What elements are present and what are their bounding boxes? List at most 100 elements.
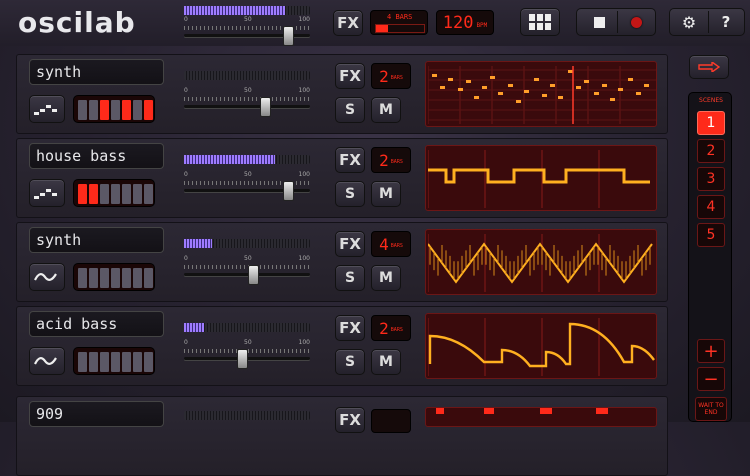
scene-button-5[interactable]: 5 [697, 223, 725, 247]
note [550, 84, 555, 87]
solo-button[interactable]: S [335, 181, 365, 207]
key [144, 100, 153, 120]
mute-button[interactable]: M [371, 97, 401, 123]
master-fx-button[interactable]: FX [333, 10, 363, 36]
solo-button[interactable]: S [335, 97, 365, 123]
key [89, 100, 98, 120]
key [100, 352, 109, 372]
pattern-view[interactable] [425, 61, 657, 127]
waveform-button[interactable] [29, 263, 65, 291]
slider-knob[interactable] [283, 26, 294, 46]
track-name-field[interactable]: synth [29, 59, 164, 85]
track-bars-display[interactable]: 2 BARS [371, 63, 411, 89]
master-volume-slider[interactable]: 0 50 100 [184, 16, 310, 46]
note [498, 92, 503, 95]
sine-icon [34, 357, 57, 365]
key [78, 100, 87, 120]
slider-knob[interactable] [283, 181, 294, 201]
mute-button[interactable]: M [371, 349, 401, 375]
keyboard-button[interactable] [73, 263, 155, 291]
note [576, 86, 581, 89]
add-scene-button[interactable]: + [697, 339, 725, 363]
level-fill [184, 155, 275, 164]
remove-scene-button[interactable]: − [697, 367, 725, 391]
key [122, 184, 131, 204]
track-bars-display[interactable] [371, 409, 411, 433]
track-row: synth 0 50 100 FX 2 BARS S M [16, 54, 668, 134]
note [542, 94, 547, 97]
track-name-field[interactable]: synth [29, 227, 164, 253]
next-arrow-button[interactable] [689, 55, 729, 79]
waveform-button[interactable] [29, 347, 65, 375]
scale-max: 100 [298, 339, 310, 346]
track-bars-display[interactable]: 2 BARS [371, 147, 411, 173]
track-volume-slider[interactable]: 0 50 100 [184, 339, 310, 369]
scale-min: 0 [184, 339, 188, 346]
keyboard-button[interactable] [73, 95, 155, 123]
track-bars-display[interactable]: 4 BARS [371, 231, 411, 257]
track-name-field[interactable]: acid bass [29, 311, 164, 337]
arpeggio-icon [34, 189, 57, 199]
key [133, 352, 142, 372]
settings-button[interactable]: ⚙ [672, 11, 706, 33]
track-volume-slider[interactable]: 0 50 100 [184, 87, 310, 117]
slider-knob[interactable] [260, 97, 271, 117]
record-button[interactable] [617, 11, 654, 33]
pattern-view[interactable] [425, 407, 657, 427]
track-volume-slider[interactable]: 0 50 100 [184, 255, 310, 285]
track-bars-display[interactable]: 2 BARS [371, 315, 411, 341]
solo-button[interactable]: S [335, 349, 365, 375]
bars-value: 2 [379, 66, 389, 86]
scale-min: 0 [184, 87, 188, 94]
pattern-view[interactable] [425, 229, 657, 295]
scene-button-4[interactable]: 4 [697, 195, 725, 219]
key [122, 268, 131, 288]
help-button[interactable]: ? [708, 11, 743, 33]
scale-max: 100 [298, 16, 310, 23]
bars-value: 2 [379, 318, 389, 338]
tempo-display[interactable]: 120 BPM [436, 10, 494, 35]
scale-mid: 50 [244, 16, 252, 23]
track-fx-button[interactable]: FX [335, 407, 365, 433]
track-volume-slider[interactable]: 0 50 100 [184, 171, 310, 201]
key [133, 100, 142, 120]
note [644, 84, 649, 87]
keyboard-button[interactable] [73, 347, 155, 375]
slider-knob[interactable] [248, 265, 259, 285]
mute-button[interactable]: M [371, 181, 401, 207]
scene-button-2[interactable]: 2 [697, 139, 725, 163]
key [111, 100, 120, 120]
track-fx-button[interactable]: FX [335, 63, 365, 89]
tempo-unit: BPM [476, 22, 488, 29]
waveform-button[interactable] [29, 179, 65, 207]
scene-button-3[interactable]: 3 [697, 167, 725, 191]
top-bar: oscilab 0 50 100 FX 4 BARS 120 BPM ⚙ ? [0, 0, 750, 46]
pattern-view[interactable] [425, 313, 657, 379]
app-logo: oscilab [18, 6, 136, 39]
record-icon [630, 16, 642, 28]
wait-to-end-button[interactable]: WAIT TO END [695, 397, 727, 421]
keyboard-button[interactable] [73, 179, 155, 207]
note [448, 78, 453, 81]
master-bars-display[interactable]: 4 BARS [370, 10, 428, 35]
stop-button[interactable] [581, 11, 617, 33]
waveform-button[interactable] [29, 95, 65, 123]
master-level-fill [184, 6, 285, 15]
track-fx-button[interactable]: FX [335, 231, 365, 257]
note [440, 86, 445, 89]
note [432, 74, 437, 77]
mute-button[interactable]: M [371, 265, 401, 291]
solo-button[interactable]: S [335, 265, 365, 291]
track-name-field[interactable]: house bass [29, 143, 164, 169]
pattern-graph [436, 408, 608, 414]
stop-icon [593, 16, 605, 28]
grid-view-button[interactable] [520, 8, 560, 36]
pattern-view[interactable] [425, 145, 657, 211]
track-name-field[interactable]: 909 [29, 401, 164, 427]
track-fx-button[interactable]: FX [335, 147, 365, 173]
key [100, 268, 109, 288]
track-level-meter [184, 71, 310, 80]
scene-button-1[interactable]: 1 [697, 111, 725, 135]
track-fx-button[interactable]: FX [335, 315, 365, 341]
slider-knob[interactable] [237, 349, 248, 369]
